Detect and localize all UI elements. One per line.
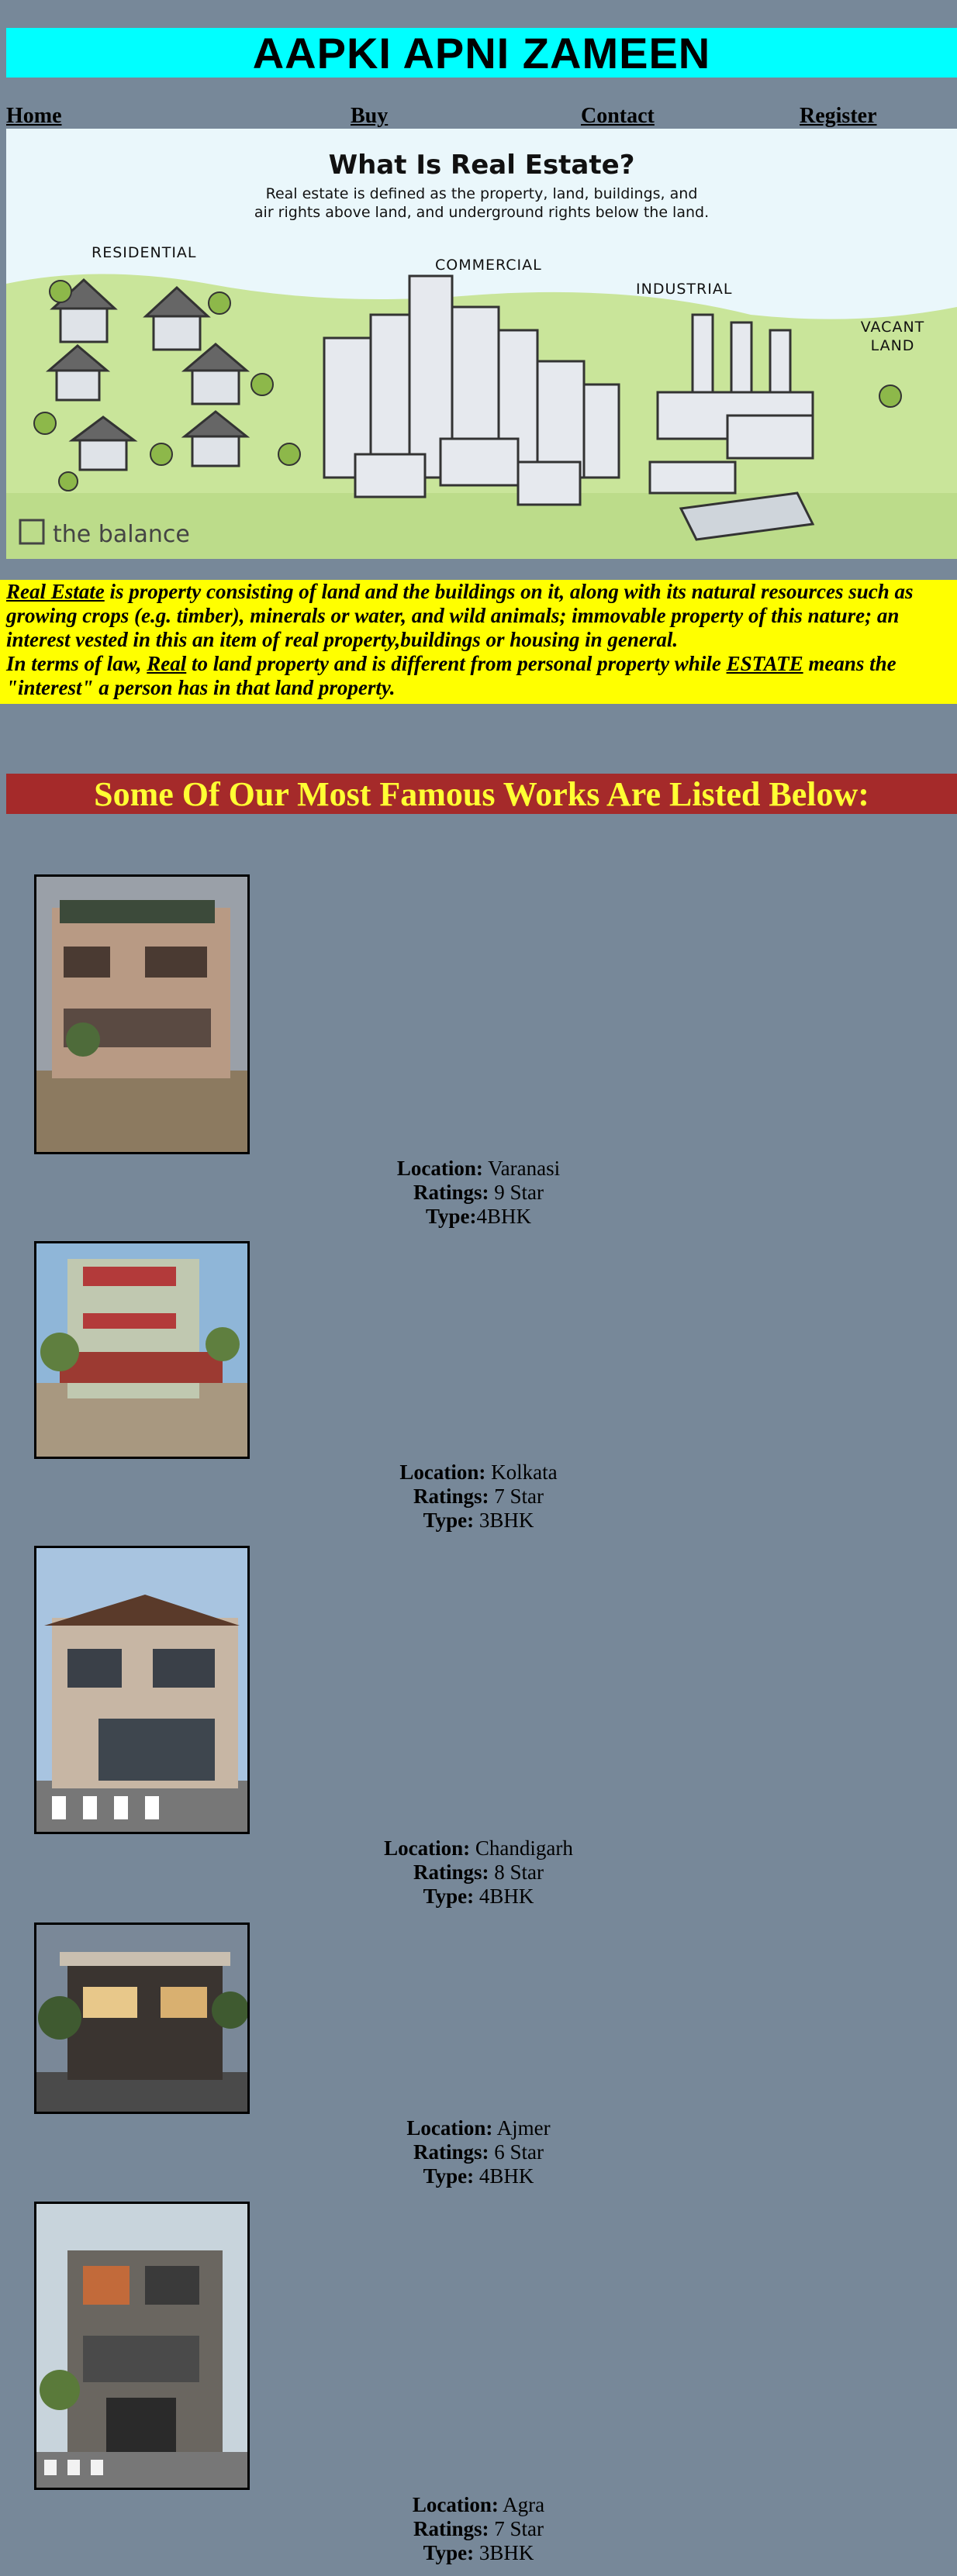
works-heading: Some Of Our Most Famous Works Are Listed… [94,774,869,813]
house-photo-4 [36,1925,247,2112]
house-photo-3 [36,1548,247,1832]
work-caption-4: Location: Ajmer Ratings: 6 Star Type: 4B… [406,2116,551,2188]
work-photo-ajmer [34,1923,250,2114]
estate-term: ESTATE [726,652,803,675]
work-ratings: 7 Star [494,2517,544,2540]
intro-section: Real Estate is property consisting of la… [0,580,957,704]
house-photo-5 [36,2204,247,2488]
work-location: Chandigarh [475,1836,573,1860]
main-nav: Home Buy Contact Register [0,104,957,132]
real-term: Real [147,652,187,675]
nav-home-link[interactable]: Home [6,104,62,129]
work-photo-agra [34,2202,250,2490]
work-type: 3BHK [478,1509,534,1532]
nav-contact-link[interactable]: Contact [581,104,655,129]
house-photo-2 [36,1243,247,1457]
work-photo-chandigarh [34,1546,250,1834]
work-ratings: 9 Star [494,1181,544,1204]
work-type: 4BHK [476,1205,531,1228]
work-type: 4BHK [478,2164,534,2188]
work-type: 4BHK [478,1885,534,1908]
intro-paragraph-2: In terms of law, Real to land property a… [6,652,897,699]
nav-register-link[interactable]: Register [800,104,877,129]
work-ratings: 7 Star [494,1485,544,1508]
house-photo-1 [36,877,247,1152]
work-caption-3: Location: Chandigarh Ratings: 8 Star Typ… [384,1836,573,1908]
work-ratings: 8 Star [494,1860,544,1884]
work-photo-varanasi [34,874,250,1154]
work-location: Agra [503,2493,545,2516]
work-ratings: 6 Star [494,2140,544,2164]
label-vacant-line1: VACANT [861,319,925,336]
site-header: AAPKI APNI ZAMEEN [6,28,957,78]
label-industrial: INDUSTRIAL [636,281,732,298]
nav-buy-link[interactable]: Buy [351,104,388,129]
work-caption-5: Location: Agra Ratings: 7 Star Type: 3BH… [412,2493,545,2564]
work-caption-2: Location: Kolkata Ratings: 7 Star Type: … [399,1460,558,1532]
works-banner: Some Of Our Most Famous Works Are Listed… [6,774,957,814]
real-estate-illustration: What Is Real Estate? Real estate is defi… [6,129,957,559]
work-photo-kolkata [34,1241,250,1459]
hero-subtext-line1: Real estate is defined as the property, … [266,185,698,202]
work-location: Ajmer [496,2116,551,2140]
work-location: Kolkata [491,1460,558,1484]
label-vacant-line2: LAND [871,337,915,354]
site-title: AAPKI APNI ZAMEEN [252,28,711,78]
work-location: Varanasi [488,1157,561,1180]
label-residential: RESIDENTIAL [92,244,197,261]
intro-paragraph-1: Real Estate is property consisting of la… [6,580,914,651]
work-caption-1: Location: Varanasi Ratings: 9 Star Type:… [396,1157,561,1228]
hero-subtext-line2: air rights above land, and underground r… [254,204,709,221]
brand-name: the balance [53,521,190,548]
real-estate-term: Real Estate [6,580,105,603]
label-commercial: COMMERCIAL [435,257,542,274]
hero-heading: What Is Real Estate? [329,150,635,181]
hero-infographic: What Is Real Estate? Real estate is defi… [6,129,957,559]
work-type: 3BHK [478,2541,534,2564]
